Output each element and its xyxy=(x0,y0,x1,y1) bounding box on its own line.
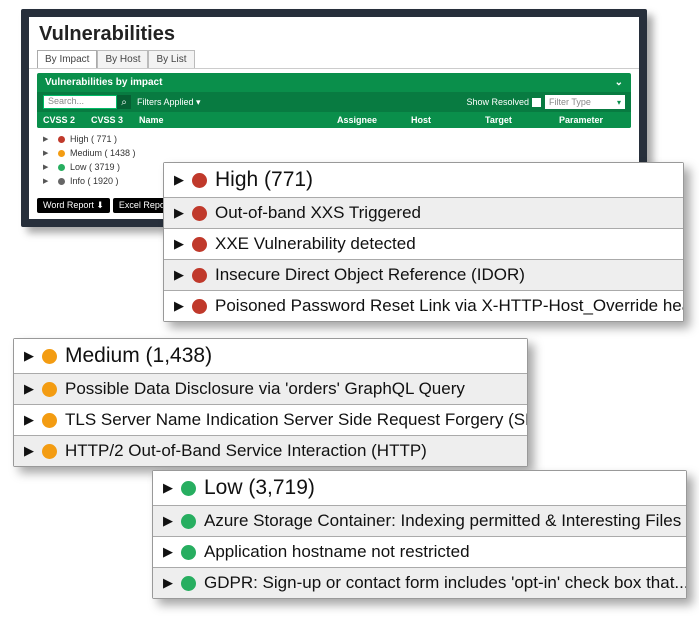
col-parameter[interactable]: Parameter xyxy=(559,115,625,125)
vuln-row[interactable]: ▶ Insecure Direct Object Reference (IDOR) xyxy=(164,260,683,291)
page-title: Vulnerabilities xyxy=(29,17,639,50)
vuln-row[interactable]: ▶ TLS Server Name Indication Server Side … xyxy=(14,405,527,436)
card-header-label: Medium (1,438) xyxy=(65,344,212,368)
chevron-down-icon: ▾ xyxy=(617,98,621,107)
list-item[interactable]: ▶ Medium ( 1438 ) xyxy=(43,146,631,160)
caret-icon: ▶ xyxy=(174,205,184,221)
card-header-label: Low (3,719) xyxy=(204,476,315,500)
caret-icon: ▶ xyxy=(24,443,34,459)
show-resolved-toggle[interactable]: Show Resolved xyxy=(466,97,541,107)
severity-dot-high xyxy=(192,268,207,283)
filter-row: Search... ⌕ Filters Applied ▾ Show Resol… xyxy=(37,92,631,112)
search-icon[interactable]: ⌕ xyxy=(117,95,131,109)
table-headers: CVSS 2 CVSS 3 Name Assignee Host Target … xyxy=(37,112,631,128)
vuln-row[interactable]: ▶ GDPR: Sign-up or contact form includes … xyxy=(153,568,686,598)
severity-dot-high xyxy=(192,173,207,188)
caret-icon: ▶ xyxy=(24,381,34,397)
medium-severity-card: ▶ Medium (1,438) ▶ Possible Data Disclosu… xyxy=(13,338,528,467)
caret-icon: ▶ xyxy=(43,177,53,185)
search-input[interactable]: Search... xyxy=(43,95,117,109)
severity-dot-low xyxy=(181,481,196,496)
severity-dot-high xyxy=(58,136,65,143)
high-severity-card: ▶ High (771) ▶Out-of-band XXS Triggered … xyxy=(163,162,684,322)
caret-icon: ▶ xyxy=(174,298,184,314)
col-host[interactable]: Host xyxy=(411,115,481,125)
vuln-row[interactable]: ▶ Application hostname not restricted xyxy=(153,537,686,568)
list-item[interactable]: ▶ High ( 771 ) xyxy=(43,132,631,146)
word-report-button[interactable]: Word Report ⬇ xyxy=(37,198,110,213)
severity-dot-medium xyxy=(42,413,57,428)
severity-dot-medium xyxy=(42,444,57,459)
severity-dot-high xyxy=(192,206,207,221)
caret-icon: ▶ xyxy=(43,135,53,143)
filters-applied-button[interactable]: Filters Applied ▾ xyxy=(131,97,207,108)
card-header[interactable]: ▶ Low (3,719) xyxy=(153,471,686,506)
severity-dot-low xyxy=(181,576,196,591)
card-header-label: High (771) xyxy=(215,168,313,192)
caret-icon: ▶ xyxy=(174,172,184,188)
caret-icon: ▶ xyxy=(163,575,173,591)
caret-icon: ▶ xyxy=(163,544,173,560)
vuln-name: XXE Vulnerability detected xyxy=(215,234,416,254)
caret-icon: ▶ xyxy=(174,236,184,252)
severity-dot-medium xyxy=(42,382,57,397)
caret-icon: ▶ xyxy=(24,348,34,364)
col-cvss3[interactable]: CVSS 3 xyxy=(91,115,135,125)
severity-dot-low xyxy=(181,545,196,560)
vuln-row[interactable]: ▶ Out-of-band XXS Triggered xyxy=(164,198,683,229)
vuln-name: HTTP/2 Out-of-Band Service Interaction (… xyxy=(65,441,427,461)
filter-type-select[interactable]: Filter Type▾ xyxy=(545,95,625,109)
vuln-row[interactable]: ▶ Azure Storage Container: Indexing permi… xyxy=(153,506,686,537)
tab-by-host[interactable]: By Host xyxy=(97,50,148,68)
severity-dot-medium xyxy=(58,150,65,157)
severity-dot-medium xyxy=(42,349,57,364)
card-header[interactable]: ▶ Medium (1,438) xyxy=(14,339,527,374)
severity-dot-info xyxy=(58,178,65,185)
severity-dot-high xyxy=(192,237,207,252)
col-target[interactable]: Target xyxy=(485,115,555,125)
caret-icon: ▶ xyxy=(43,149,53,157)
vuln-name: Azure Storage Container: Indexing permit… xyxy=(204,511,686,531)
vuln-name: Possible Data Disclosure via 'orders' Gr… xyxy=(65,379,465,399)
vuln-name: Poisoned Password Reset Link via X-HTTP-… xyxy=(215,296,683,316)
card-header[interactable]: ▶ High (771) xyxy=(164,163,683,198)
severity-label: Info ( 1920 ) xyxy=(70,176,119,186)
vuln-row[interactable]: ▶ XXE Vulnerability detected xyxy=(164,229,683,260)
tab-by-list[interactable]: By List xyxy=(148,50,194,68)
tab-by-impact[interactable]: By Impact xyxy=(37,50,97,68)
low-severity-card: ▶ Low (3,719) ▶ Azure Storage Container: … xyxy=(152,470,687,599)
view-tabs: By Impact By Host By List xyxy=(29,50,639,69)
vuln-row[interactable]: ▶ Possible Data Disclosure via 'orders' G… xyxy=(14,374,527,405)
vuln-name: Out-of-band XXS Triggered xyxy=(215,203,421,223)
severity-dot-high xyxy=(192,299,207,314)
show-resolved-checkbox[interactable] xyxy=(532,98,541,107)
collapse-icon[interactable]: ⌄ xyxy=(615,77,623,88)
vuln-name: TLS Server Name Indication Server Side R… xyxy=(65,410,527,430)
severity-dot-low xyxy=(58,164,65,171)
severity-label: High ( 771 ) xyxy=(70,134,117,144)
vuln-name: Application hostname not restricted xyxy=(204,542,470,562)
caret-icon: ▶ xyxy=(174,267,184,283)
vuln-row[interactable]: ▶ Poisoned Password Reset Link via X-HTTP… xyxy=(164,291,683,321)
severity-label: Low ( 3719 ) xyxy=(70,162,120,172)
vuln-name: GDPR: Sign-up or contact form includes '… xyxy=(204,573,686,593)
caret-icon: ▶ xyxy=(163,513,173,529)
col-assignee[interactable]: Assignee xyxy=(337,115,407,125)
col-cvss2[interactable]: CVSS 2 xyxy=(43,115,87,125)
band-title: Vulnerabilities by impact xyxy=(45,77,162,88)
severity-label: Medium ( 1438 ) xyxy=(70,148,136,158)
caret-icon: ▶ xyxy=(43,163,53,171)
vuln-row[interactable]: ▶ HTTP/2 Out-of-Band Service Interaction … xyxy=(14,436,527,466)
vuln-name: Insecure Direct Object Reference (IDOR) xyxy=(215,265,525,285)
caret-icon: ▶ xyxy=(163,480,173,496)
col-name[interactable]: Name xyxy=(139,115,333,125)
caret-icon: ▶ xyxy=(24,412,34,428)
severity-dot-low xyxy=(181,514,196,529)
impact-band: Vulnerabilities by impact ⌄ Search... ⌕ … xyxy=(37,73,631,128)
